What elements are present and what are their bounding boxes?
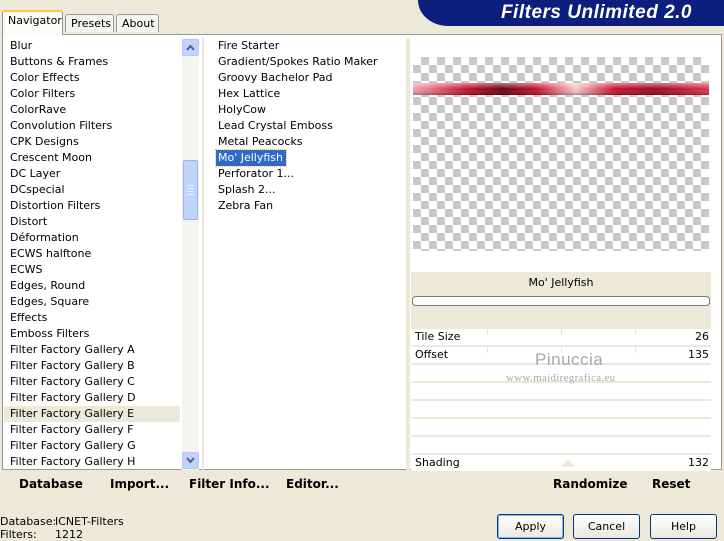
filter-item-label: Metal Peacocks <box>218 135 303 148</box>
category-item[interactable]: Filter Factory Gallery F <box>4 422 180 438</box>
category-item[interactable]: ECWS <box>4 262 180 278</box>
slider-value: 132 <box>688 456 709 469</box>
app-title: Filters Unlimited 2.0 <box>500 2 692 23</box>
category-item[interactable]: Blur <box>4 38 180 54</box>
tab-navigator[interactable]: Navigator <box>2 10 63 35</box>
database-button[interactable]: Database <box>19 477 83 491</box>
category-item[interactable]: Filter Factory Gallery E <box>4 406 180 422</box>
category-item[interactable]: CPK Designs <box>4 134 180 150</box>
filter-item[interactable]: Perforator 1... <box>214 166 404 182</box>
filter-item[interactable]: Mo' Jellyfish <box>214 149 404 167</box>
filter-item[interactable]: Metal Peacocks <box>214 134 404 150</box>
filter-item[interactable]: Splash 2... <box>214 182 404 198</box>
selected-filter-name: Mo' Jellyfish <box>528 276 594 289</box>
filter-item-label: HolyCow <box>218 103 266 116</box>
list-divider <box>202 38 204 470</box>
category-item[interactable]: Distortion Filters <box>4 198 180 214</box>
status-filters-label: Filters: <box>0 528 37 541</box>
slider-group: Tile Size 26 Offset 135 Shading 132 <box>411 327 711 471</box>
tab-about[interactable]: About <box>116 14 159 32</box>
category-item[interactable]: DC Layer <box>4 166 180 182</box>
scroll-thumb[interactable] <box>183 160 198 220</box>
category-item[interactable]: Déformation <box>4 230 180 246</box>
watermark-url: www.maidiregrafica.eu <box>506 372 616 384</box>
filter-item[interactable]: Lead Crystal Emboss <box>214 118 404 134</box>
slider-empty <box>411 399 711 417</box>
status-filters: Filters: 1212 <box>0 528 83 541</box>
category-scrollbar[interactable] <box>182 38 199 470</box>
category-item[interactable]: Buttons & Frames <box>4 54 180 70</box>
filter-item-label: Lead Crystal Emboss <box>218 119 333 132</box>
category-item[interactable]: Color Effects <box>4 70 180 86</box>
category-list[interactable]: Blur Buttons & Frames Color Effects Color F… <box>4 38 180 470</box>
category-item[interactable]: Effects <box>4 310 180 326</box>
tab-presets[interactable]: Presets <box>65 14 114 32</box>
watermark-name: Pinuccia <box>535 350 604 369</box>
category-item[interactable]: ECWS halftone <box>4 246 180 262</box>
filter-item-label: Groovy Bachelor Pad <box>218 71 333 84</box>
category-item[interactable]: Emboss Filters <box>4 326 180 342</box>
filter-item[interactable]: Groovy Bachelor Pad <box>214 70 404 86</box>
reset-button[interactable]: Reset <box>652 477 690 491</box>
randomize-button[interactable]: Randomize <box>553 477 627 491</box>
preview-effect-stripe <box>413 83 709 95</box>
filter-item-label: Fire Starter <box>218 39 280 52</box>
list-divider <box>406 38 410 470</box>
cancel-button[interactable]: Cancel <box>573 514 640 539</box>
slider-empty <box>411 435 711 453</box>
slider-value: 135 <box>688 348 709 361</box>
slider-label: Shading <box>415 456 460 469</box>
category-item[interactable]: Distort <box>4 214 180 230</box>
title-banner: Filters Unlimited 2.0 <box>418 0 724 26</box>
filter-item-label: Hex Lattice <box>218 87 281 100</box>
filter-item[interactable]: Hex Lattice <box>214 86 404 102</box>
status-database-label: Database: <box>0 515 57 528</box>
slider-shading[interactable]: Shading 132 <box>411 453 711 471</box>
filter-item-label: Perforator 1... <box>218 167 294 180</box>
chevron-down-icon <box>186 457 195 464</box>
category-item[interactable]: DCspecial <box>4 182 180 198</box>
filter-item-label: Mo' Jellyfish <box>214 149 288 167</box>
category-item[interactable]: Filter Factory Gallery C <box>4 374 180 390</box>
category-item[interactable]: Filter Factory Gallery H <box>4 454 180 470</box>
slider-tile-size[interactable]: Tile Size 26 <box>411 327 711 345</box>
category-item[interactable]: Color Filters <box>4 86 180 102</box>
category-item[interactable]: Filter Factory Gallery G <box>4 438 180 454</box>
editor-button[interactable]: Editor... <box>286 477 339 491</box>
scroll-up-button[interactable] <box>182 39 199 56</box>
status-filters-value: 1212 <box>55 528 83 541</box>
slider-empty <box>411 417 711 435</box>
help-button[interactable]: Help <box>650 514 717 539</box>
status-database: Database: ICNET-Filters <box>0 515 124 528</box>
filter-item-label: Gradient/Spokes Ratio Maker <box>218 55 378 68</box>
filter-item[interactable]: Zebra Fan <box>214 198 404 214</box>
category-item[interactable]: Filter Factory Gallery A <box>4 342 180 358</box>
shading-slider-marker[interactable] <box>562 459 574 467</box>
apply-button[interactable]: Apply <box>497 514 564 539</box>
category-item[interactable]: Filter Factory Gallery B <box>4 358 180 374</box>
scroll-down-button[interactable] <box>182 452 199 469</box>
category-item[interactable]: Edges, Round <box>4 278 180 294</box>
filters-unlimited-window: Navigator Presets About Filters Unlimite… <box>0 0 724 541</box>
filter-item[interactable]: HolyCow <box>214 102 404 118</box>
chevron-up-icon <box>186 44 195 51</box>
category-item[interactable]: Convolution Filters <box>4 118 180 134</box>
filter-item-label: Zebra Fan <box>218 199 274 212</box>
category-item[interactable]: Crescent Moon <box>4 150 180 166</box>
category-item[interactable]: Filter Factory Gallery D <box>4 390 180 406</box>
slider-label: Tile Size <box>415 330 461 343</box>
slider-label: Offset <box>415 348 449 361</box>
category-item[interactable]: ColorRave <box>4 102 180 118</box>
filter-item[interactable]: Gradient/Spokes Ratio Maker <box>214 54 404 70</box>
status-database-value: ICNET-Filters <box>55 515 124 528</box>
filter-list[interactable]: Fire Starter Gradient/Spokes Ratio Maker G… <box>214 38 404 470</box>
category-item[interactable]: Edges, Square <box>4 294 180 310</box>
slider-value: 26 <box>695 330 709 343</box>
import-button[interactable]: Import... <box>110 477 169 491</box>
filter-info-button[interactable]: Filter Info... <box>189 477 270 491</box>
filter-item-label: Splash 2... <box>218 183 276 196</box>
progress-bar <box>412 296 710 306</box>
filter-item[interactable]: Fire Starter <box>214 38 404 54</box>
